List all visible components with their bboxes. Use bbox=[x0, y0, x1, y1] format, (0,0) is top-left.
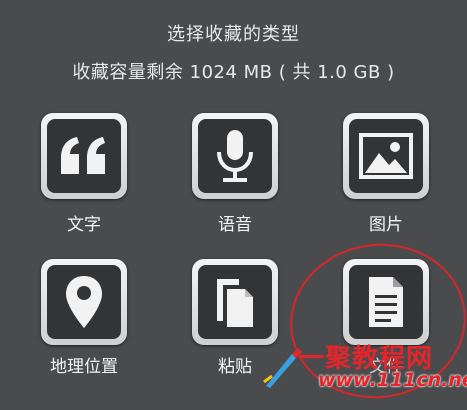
storage-info: 收藏容量剩余 1024 MB ( 共 1.0 GB ) bbox=[72, 62, 395, 83]
quote-icon bbox=[61, 137, 105, 174]
pen-icon bbox=[263, 348, 302, 388]
paste-icon bbox=[217, 279, 253, 327]
type-voice-button[interactable] bbox=[192, 113, 278, 199]
watermark: 一聚教程网 www.111cn.net bbox=[262, 338, 467, 398]
dialog-title: 选择收藏的类型 bbox=[167, 24, 300, 45]
watermark-url: www.111cn.net bbox=[318, 369, 467, 391]
type-location-button[interactable] bbox=[41, 259, 127, 345]
type-text-button[interactable] bbox=[41, 113, 127, 199]
location-pin-icon bbox=[66, 276, 102, 328]
type-image-button[interactable] bbox=[343, 113, 429, 199]
type-image-label: 图片 bbox=[369, 215, 403, 235]
type-voice-label: 语音 bbox=[218, 215, 252, 235]
type-location-label: 地理位置 bbox=[50, 357, 118, 377]
microphone-icon bbox=[217, 130, 253, 182]
type-paste-button[interactable] bbox=[192, 259, 278, 345]
picture-icon bbox=[359, 133, 413, 179]
type-text-label: 文字 bbox=[67, 215, 101, 235]
